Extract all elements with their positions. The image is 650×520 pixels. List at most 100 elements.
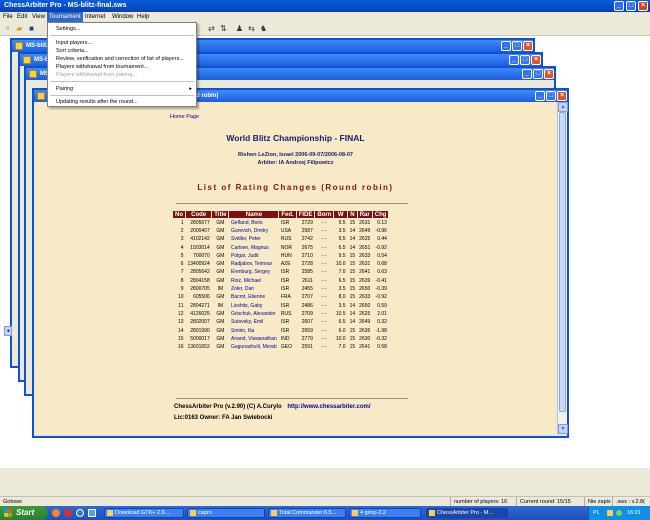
table-cell[interactable]: Radjabov, Teimour (229, 260, 279, 268)
close-icon[interactable]: × (523, 41, 533, 51)
table-cell: 15 (349, 277, 356, 284)
menu-item-sort-criteria[interactable]: Sort criteria... (48, 47, 196, 55)
table-cell[interactable]: Zoler, Dan (229, 285, 279, 293)
table-row: 1 2805677 GM Gelfand, Boris ISR 2729 - - 9.5 15 2… (173, 219, 389, 227)
arbiter-line: Arbiter: IA Andrzej Filipowicz (257, 160, 334, 166)
document-window-front[interactable]: d robin) _ □ × Home Page World Blitz Cha… (32, 88, 569, 438)
tray-icon[interactable] (607, 510, 613, 516)
table-cell: 2631 (359, 261, 371, 268)
close-icon[interactable]: × (544, 69, 554, 79)
taskbar-item-download[interactable]: Download GTK+ 2.6.... (104, 508, 184, 518)
maximize-icon[interactable]: □ (626, 1, 636, 11)
vertical-scrollbar[interactable]: ▴ ▾ (557, 102, 568, 434)
minimize-icon[interactable]: _ (535, 91, 545, 101)
table-cell: 13400924 (187, 261, 210, 268)
start-button[interactable]: Start (0, 506, 48, 520)
table-cell[interactable]: Gurevich, Dmitry (229, 227, 279, 235)
maximize-icon[interactable]: □ (533, 69, 543, 79)
table-row: 13 2802007 GM Sutovsky, Emil ISR 2607 - - 6.5 14… (173, 318, 389, 326)
table-cell[interactable]: Bacrot, Etienne (229, 293, 279, 301)
handshake-icon[interactable]: ♞ (259, 24, 268, 33)
table-cell: 9.5 (338, 252, 346, 259)
opera-icon[interactable] (64, 509, 72, 517)
open-folder-icon[interactable]: ▰ (15, 24, 24, 33)
taskbar-item-total-commander[interactable]: Total Commander 6.5... (268, 508, 346, 518)
menu-edit[interactable]: Edit (15, 12, 29, 22)
table-cell: - - (321, 302, 327, 309)
table-cell: 2742 (301, 236, 313, 243)
menu-item-withdraw-tournament[interactable]: Players withdrawal from tournament... (48, 63, 196, 71)
table-cell: 8 (180, 277, 184, 284)
language-indicator[interactable]: PL (593, 506, 600, 520)
menu-window[interactable]: Window (110, 12, 135, 22)
table-cell[interactable]: Erenburg, Sergey (229, 268, 279, 276)
table-cell[interactable]: Carlsen, Magnus (229, 243, 279, 251)
table-cell[interactable]: Roiz, Michael (229, 277, 279, 285)
table-cell[interactable]: Svidler, Peter (229, 235, 279, 243)
minimize-icon[interactable]: _ (614, 1, 624, 11)
taskbar-item-capro[interactable]: capro (187, 508, 265, 518)
maximize-icon[interactable]: □ (512, 41, 522, 51)
scroll-left-icon[interactable]: ◂ (4, 326, 12, 336)
table-cell: 5000017 (190, 335, 210, 342)
new-file-icon[interactable]: ▫ (3, 24, 12, 33)
scroll-up-icon[interactable]: ▴ (558, 102, 568, 112)
menu-help[interactable]: Help (135, 12, 151, 22)
table-cell: 16 (177, 344, 184, 351)
table-cell[interactable]: Anand, Viswanathan (229, 335, 279, 343)
table-cell[interactable]: Gelfand, Boris (229, 219, 279, 227)
table-cell: 2779 (301, 335, 313, 342)
table-cell: FRA (280, 294, 291, 301)
table-cell: ISR (280, 219, 290, 226)
minimize-icon[interactable]: _ (509, 55, 519, 65)
table-cell[interactable]: Polgar, Judit (229, 252, 279, 260)
menu-view[interactable]: View (30, 12, 47, 22)
maximize-icon[interactable]: □ (520, 55, 530, 65)
home-page-link[interactable]: Home Page (170, 114, 199, 120)
menu-item-input-players[interactable]: Input players... (48, 39, 196, 47)
table-cell[interactable]: Grischuk, Alexander (229, 310, 279, 318)
close-icon[interactable]: × (638, 1, 648, 11)
table-cell: 2633 (359, 252, 371, 259)
minimize-icon[interactable]: _ (522, 69, 532, 79)
table-cell[interactable]: Gagunashvili, Merab (229, 343, 279, 351)
windows-logo-icon (4, 509, 12, 517)
table-cell: 2800705 (190, 286, 210, 293)
menu-item-settings[interactable]: Settings... (48, 25, 196, 33)
table-cell[interactable]: Livshits, Gaby (229, 301, 279, 309)
menu-tournament[interactable]: Tournament (47, 12, 83, 22)
menu-item-review-players[interactable]: Review, verification and correction of l… (48, 55, 196, 63)
divider (176, 203, 408, 204)
tray-icon[interactable] (616, 510, 622, 516)
menu-item-pairing[interactable]: Pairing ▸ (48, 85, 196, 93)
minimize-icon[interactable]: _ (501, 41, 511, 51)
results-icon[interactable]: ⇅ (219, 24, 228, 33)
pairing-icon[interactable]: ⇄ (207, 24, 216, 33)
app-icon (352, 510, 358, 516)
column-header: Name (228, 210, 280, 219)
table-cell: GEO (280, 344, 292, 351)
scroll-thumb[interactable] (559, 112, 566, 412)
scroll-down-icon[interactable]: ▾ (558, 424, 568, 434)
maximize-icon[interactable]: □ (546, 91, 556, 101)
close-icon[interactable]: × (557, 91, 567, 101)
arrows-icon[interactable]: ⇆ (247, 24, 256, 33)
close-icon[interactable]: × (531, 55, 541, 65)
desktop-icon[interactable] (88, 509, 96, 517)
taskbar-item-gimp[interactable]: 4 gimp-2.2 (349, 508, 421, 518)
table-cell[interactable]: Sutovsky, Emil (229, 318, 279, 326)
pawn-icon[interactable]: ♟ (235, 24, 244, 33)
menu-internet[interactable]: Internet (83, 12, 107, 22)
table-cell: 12 (177, 310, 184, 317)
menu-item-updating-results[interactable]: Updating results after the round... (48, 98, 196, 106)
save-icon[interactable]: ■ (27, 24, 36, 33)
browser-icon[interactable] (76, 509, 84, 517)
table-cell: 15 (349, 219, 356, 226)
firefox-icon[interactable] (52, 509, 60, 517)
table-cell: 9.5 (338, 219, 346, 226)
table-cell[interactable]: Smirin, Ilia (229, 326, 279, 334)
table-cell: ISR (280, 269, 290, 276)
menu-file[interactable]: File (1, 12, 15, 22)
chessarbiter-link[interactable]: http://www.chessarbiter.com/ (287, 404, 370, 410)
taskbar-item-chessarbiter[interactable]: ChessArbiter Pro - M... (426, 508, 508, 518)
